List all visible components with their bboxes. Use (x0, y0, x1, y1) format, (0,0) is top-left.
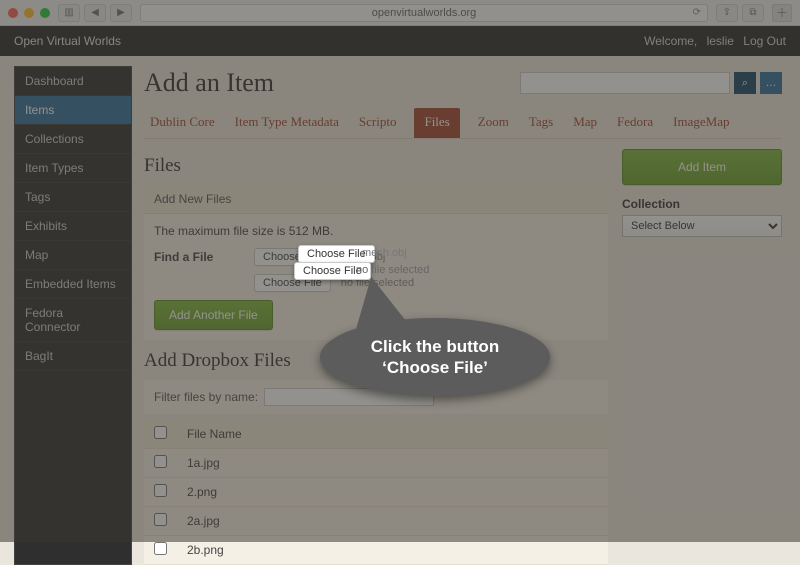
row-checkbox[interactable] (154, 542, 167, 555)
tab-tags[interactable]: Tags (527, 108, 555, 138)
item-tabs: Dublin Core Item Type Metadata Scripto File… (144, 108, 782, 139)
admin-sidebar: DashboardItemsCollectionsItem TypesTagsE… (14, 66, 132, 565)
search-input[interactable] (520, 72, 730, 94)
table-row: 2b.png (144, 536, 608, 565)
welcome-prefix: Welcome, (644, 34, 700, 48)
reload-icon[interactable]: ⟳ (693, 7, 701, 18)
sidebar-item-fedora-connector[interactable]: Fedora Connector (15, 299, 131, 342)
page-title: Add an Item (144, 68, 274, 98)
filename-cell: 2a.jpg (177, 507, 608, 536)
nav-forward-icon[interactable]: ▶ (110, 4, 132, 22)
tab-fedora[interactable]: Fedora (615, 108, 655, 138)
app-header: Open Virtual Worlds Welcome, leslie Log … (0, 26, 800, 56)
table-row: 1a.jpg (144, 449, 608, 478)
table-row: 2a.jpg (144, 507, 608, 536)
row-checkbox[interactable] (154, 484, 167, 497)
add-item-button[interactable]: Add Item (622, 149, 782, 185)
add-files-panel: Add New Files The maximum file size is 5… (144, 185, 608, 340)
max-size-note: The maximum file size is 512 MB. (154, 224, 598, 238)
files-heading: Files (144, 155, 608, 177)
tab-dublin-core[interactable]: Dublin Core (148, 108, 217, 138)
browser-toolbar: ▥ ◀ ▶ openvirtualworlds.org ⟳ ⇪ ⧉ ＋ (0, 0, 800, 26)
search-advanced-button[interactable]: … (760, 72, 782, 94)
username-link[interactable]: leslie (707, 34, 734, 48)
window-controls (8, 8, 50, 18)
tab-scripto[interactable]: Scripto (357, 108, 399, 138)
spotlight-file1-name: mesh.obj (362, 247, 407, 259)
site-title[interactable]: Open Virtual Worlds (14, 34, 121, 48)
tab-imagemap[interactable]: ImageMap (671, 108, 731, 138)
search-icon: ⌕ (742, 77, 748, 90)
search-button[interactable]: ⌕ (734, 72, 756, 94)
add-files-panel-title: Add New Files (144, 185, 608, 214)
col-filename: File Name (177, 420, 608, 449)
sidebar-item-exhibits[interactable]: Exhibits (15, 212, 131, 241)
collection-label: Collection (622, 197, 782, 211)
sidebar-item-bagit[interactable]: BagIt (15, 342, 131, 371)
filter-label: Filter files by name: (154, 390, 258, 404)
filter-input[interactable] (264, 388, 434, 406)
tab-files[interactable]: Files (414, 108, 459, 138)
sidebar-item-items[interactable]: Items (15, 96, 131, 125)
address-bar-url: openvirtualworlds.org (372, 7, 477, 19)
close-window-icon[interactable] (8, 8, 18, 18)
share-icon[interactable]: ⇪ (716, 4, 738, 22)
sidebar-item-tags[interactable]: Tags (15, 183, 131, 212)
dropbox-table: File Name 1a.jpg2.png2a.jpg2b.png (144, 420, 608, 565)
tab-item-type-metadata[interactable]: Item Type Metadata (233, 108, 341, 138)
nav-back-icon[interactable]: ◀ (84, 4, 106, 22)
sidebar-item-dashboard[interactable]: Dashboard (15, 67, 131, 96)
row-checkbox[interactable] (154, 513, 167, 526)
address-bar[interactable]: openvirtualworlds.org ⟳ (140, 4, 708, 22)
sidebar-item-item-types[interactable]: Item Types (15, 154, 131, 183)
sidebar-toggle-icon[interactable]: ▥ (58, 4, 80, 22)
user-area: Welcome, leslie Log Out (644, 34, 786, 48)
dropbox-filter-row: Filter files by name: (144, 380, 608, 414)
tab-zoom[interactable]: Zoom (476, 108, 511, 138)
tab-map[interactable]: Map (571, 108, 599, 138)
new-tab-button[interactable]: ＋ (772, 4, 792, 22)
dropbox-heading: Add Dropbox Files (144, 350, 608, 372)
filename-cell: 1a.jpg (177, 449, 608, 478)
minimize-window-icon[interactable] (24, 8, 34, 18)
collection-select[interactable]: Select Below (622, 215, 782, 237)
add-another-file-button[interactable]: Add Another File (154, 300, 273, 330)
sidebar-item-collections[interactable]: Collections (15, 125, 131, 154)
sidebar-item-embedded-items[interactable]: Embedded Items (15, 270, 131, 299)
filename-cell: 2.png (177, 478, 608, 507)
ellipsis-icon: … (766, 77, 777, 89)
spotlight-file2-status: no file selected (356, 264, 429, 276)
tabs-icon[interactable]: ⧉ (742, 4, 764, 22)
logout-link[interactable]: Log Out (743, 34, 786, 48)
table-row: 2.png (144, 478, 608, 507)
filename-cell: 2b.png (177, 536, 608, 565)
maximize-window-icon[interactable] (40, 8, 50, 18)
sidebar-item-map[interactable]: Map (15, 241, 131, 270)
row-checkbox[interactable] (154, 455, 167, 468)
select-all-checkbox[interactable] (154, 426, 167, 439)
find-file-label: Find a File (154, 250, 244, 264)
